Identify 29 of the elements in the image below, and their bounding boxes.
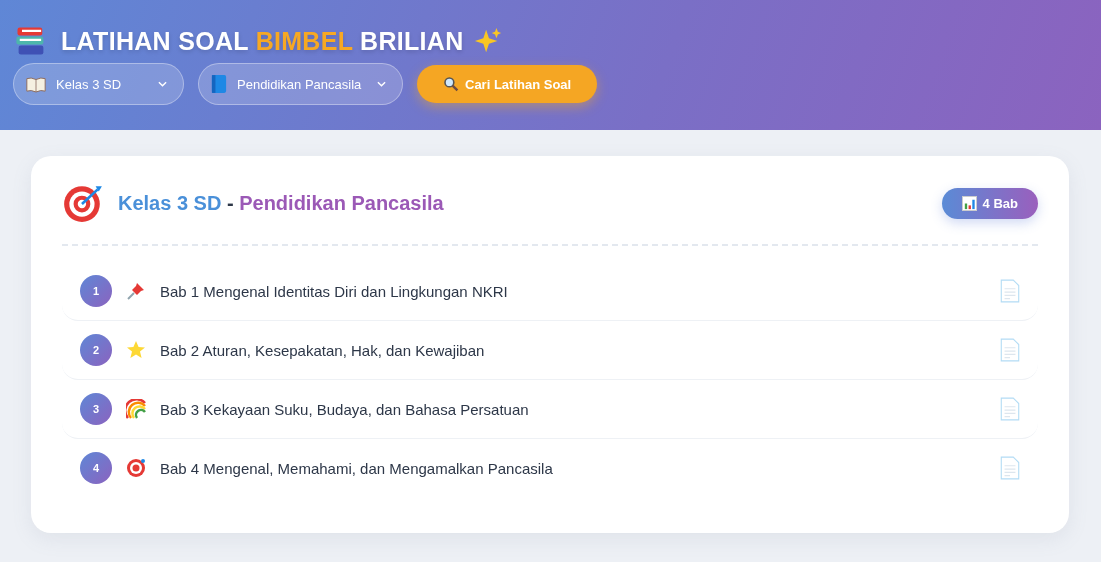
chevron-down-icon [377, 81, 386, 87]
target-icon [126, 458, 146, 478]
chapter-title: Bab 1 Mengenal Identitas Diri dan Lingkungan NKRI [160, 282, 509, 300]
star-icon [126, 340, 146, 360]
document-icon [1000, 456, 1020, 480]
chevron-down-icon [158, 81, 167, 87]
pushpin-icon [126, 281, 146, 301]
rainbow-icon [126, 399, 146, 419]
chapter-number: 3 [80, 393, 112, 425]
chapter-number: 4 [80, 452, 112, 484]
book-icon [211, 74, 227, 94]
chapter-count-badge: 4 Bab [941, 187, 1038, 219]
open-book-icon [26, 75, 46, 93]
chapter-title: Bab 3 Kekayaan Suku, Budaya, dan Bahasa Persatuan [160, 400, 530, 418]
chapter-item[interactable]: 2 Bab 2 Aturan, Kesepakatan, Hak, dan Kewajiban [62, 321, 1038, 380]
chapter-title: Bab 2 Aturan, Kesepakatan, Hak, dan Kewajiban [160, 341, 486, 359]
bar-chart-icon [961, 195, 977, 211]
chapter-item[interactable]: 4 Bab 4 Mengenal, Memahami, dan Mengamalkan Pancasila [62, 439, 1038, 497]
chapter-number: 1 [80, 275, 112, 307]
chapter-number: 2 [80, 334, 112, 366]
chapter-item[interactable]: 3 Bab 3 Kekayaan Suku, Budaya, dan Bahasa Persatuan [62, 380, 1038, 439]
chapter-title: Bab 4 Mengenal, Memahami, dan Mengamalkan Pancasila [160, 459, 554, 477]
document-icon [1000, 338, 1020, 362]
search-icon [443, 76, 459, 92]
page-title: LATIHAN SOAL BIMBEL BRILIAN [13, 22, 1088, 60]
card-heading: Kelas 3 SD - Pendidikan Pancasila [118, 191, 445, 215]
chapter-item[interactable]: 1 Bab 1 Mengenal Identitas Diri dan Lingkungan NKRI [62, 262, 1038, 321]
document-icon [1000, 397, 1020, 421]
document-icon [1000, 279, 1020, 303]
